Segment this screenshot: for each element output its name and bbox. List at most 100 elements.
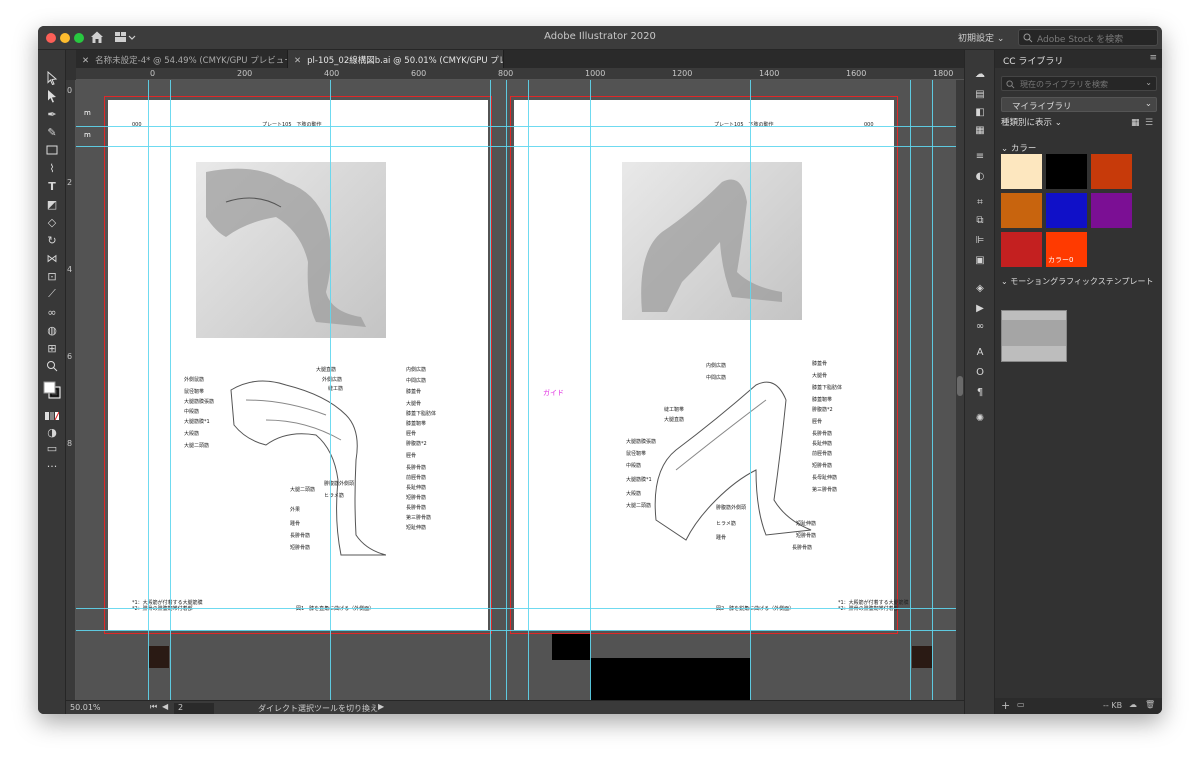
artboard-number-field[interactable]: 2 [174, 703, 214, 714]
type-tool-icon[interactable]: T [44, 178, 60, 194]
color-swatch[interactable] [1046, 154, 1087, 189]
artboard-nav-first-icon[interactable]: ⏮ [150, 702, 157, 712]
guide-line[interactable] [76, 126, 964, 127]
symbol-sprayer-tool-icon[interactable]: ◍ [44, 322, 60, 338]
pen-tool-icon[interactable]: ✒ [44, 106, 60, 122]
grid-view-icon[interactable]: ▦ [1131, 118, 1140, 128]
panel-menu-icon[interactable]: ≡ [1149, 53, 1157, 63]
character-icon[interactable]: A [974, 346, 986, 358]
pasteboard-object[interactable] [590, 658, 750, 700]
transparency-icon[interactable]: ◐ [974, 170, 986, 182]
document-canvas[interactable]: 000 プレート105 下肢の動作 m m 外側鼠筋 鼠径靭帯 大腿筋膜張筋 中… [76, 80, 964, 700]
guide-line[interactable] [76, 630, 964, 631]
color-swatch[interactable] [1091, 193, 1132, 228]
rotate-tool-icon[interactable]: ↻ [44, 232, 60, 248]
artboard-tool-icon[interactable]: ⊞ [44, 340, 60, 356]
guide-line[interactable] [910, 80, 911, 700]
folder-icon[interactable]: ▭ [1017, 700, 1025, 709]
color-mode-icon[interactable] [44, 408, 60, 424]
paintbrush-tool-icon[interactable]: ⌇ [44, 160, 60, 176]
stroke-icon[interactable]: ≡ [974, 150, 986, 162]
zoom-level[interactable]: 50.01% [70, 703, 101, 712]
guide-line[interactable] [76, 608, 964, 609]
add-content-icon[interactable]: + [1001, 699, 1010, 712]
free-transform-tool-icon[interactable]: ⊡ [44, 268, 60, 284]
color-swatch[interactable] [1046, 193, 1087, 228]
links-icon[interactable]: ∞ [974, 320, 986, 332]
guide-line[interactable] [490, 80, 491, 700]
color-swatch[interactable]: カラー0 [1046, 232, 1087, 267]
cc-libraries-icon[interactable]: ☁ [974, 68, 986, 80]
curvature-tool-icon[interactable]: ✎ [44, 124, 60, 140]
horizontal-ruler[interactable]: 0 200 400 600 800 1000 1200 1400 1600 18… [76, 68, 964, 80]
close-tab-icon[interactable]: ✕ [294, 56, 301, 66]
pasteboard-object[interactable] [552, 634, 590, 660]
view-by-type-dropdown[interactable]: 種類別に表示 ⌄ [1001, 116, 1062, 128]
properties-icon[interactable]: ▤ [974, 88, 986, 100]
color-swatch[interactable] [1001, 232, 1042, 267]
color-swatch[interactable] [1001, 193, 1042, 228]
list-view-icon[interactable]: ☰ [1145, 118, 1153, 128]
guide-line[interactable] [528, 80, 529, 700]
vertical-scrollbar[interactable] [956, 80, 964, 700]
screen-mode-icon[interactable]: ▭ [44, 440, 60, 456]
trash-icon[interactable]: 🗑 [1145, 700, 1155, 709]
ruler-tick: 1200 [672, 69, 693, 78]
paragraph-icon[interactable]: ¶ [974, 386, 986, 398]
color-swatch[interactable] [1091, 154, 1132, 189]
swatches-icon[interactable]: ▦ [974, 124, 986, 136]
pasteboard-object[interactable] [149, 646, 169, 668]
align-icon[interactable]: ⊫ [974, 234, 986, 246]
direct-selection-tool-icon[interactable] [44, 88, 60, 104]
shaper-tool-icon[interactable]: ◩ [44, 196, 60, 212]
motion-template-thumbnail[interactable] [1001, 310, 1067, 362]
library-select[interactable]: マイライブラリ ⌄ [1001, 97, 1157, 112]
motion-templates-section-header[interactable]: ⌄ モーショングラフィックステンプレート [1001, 276, 1153, 287]
appearance-icon[interactable]: ✺ [974, 412, 986, 424]
opentype-icon[interactable]: O [974, 366, 986, 378]
status-menu-arrow-icon[interactable]: ▶ [378, 702, 384, 711]
artboard-nav-prev-icon[interactable]: ◀ [162, 702, 168, 711]
panel-title: CC ライブラリ [1003, 57, 1064, 67]
actions-icon[interactable]: ▶ [974, 302, 986, 314]
blend-tool-icon[interactable]: ∞ [44, 304, 60, 320]
eyedropper-tool-icon[interactable]: ⟋ [44, 286, 60, 302]
eraser-tool-icon[interactable]: ◇ [44, 214, 60, 230]
anatomy-label: ヒラメ筋 [324, 493, 344, 499]
tab-pl-105[interactable]: ✕ pl-105_02線構図b.ai @ 50.01% (CMYK/GPU プレビ… [288, 50, 504, 68]
library-search-input[interactable]: 現在のライブラリを検索 ⌄ [1001, 76, 1157, 91]
layers-icon[interactable]: ◧ [974, 106, 986, 118]
tab-untitled-4[interactable]: ✕ 名称未設定-4* @ 54.49% (CMYK/GPU プレビュー) [76, 50, 288, 68]
guide-line[interactable] [932, 80, 933, 700]
vertical-ruler[interactable]: 0 2 4 6 8 [66, 80, 76, 700]
layers-stack-icon[interactable]: ◈ [974, 282, 986, 294]
fill-stroke-icon[interactable] [42, 380, 62, 400]
pathfinder-icon[interactable]: ⧉ [974, 214, 986, 226]
selection-tool-icon[interactable] [44, 70, 60, 86]
scroll-thumb[interactable] [957, 376, 963, 396]
chevron-down-icon[interactable]: ⌄ [1145, 78, 1152, 87]
zoom-tool-icon[interactable] [44, 358, 60, 374]
anatomy-label: 第三腓骨筋 [406, 515, 432, 521]
guide-line[interactable] [590, 80, 591, 700]
guide-line[interactable] [330, 80, 331, 700]
cloud-sync-icon[interactable]: ☁ [1129, 700, 1137, 709]
colors-section-header[interactable]: ⌄ カラー [1001, 142, 1036, 154]
guide-line[interactable] [148, 80, 149, 700]
guide-line[interactable] [76, 146, 964, 147]
guide-line[interactable] [506, 80, 507, 700]
artboards-icon[interactable]: ▣ [974, 254, 986, 266]
rectangle-tool-icon[interactable] [44, 142, 60, 158]
transform-icon[interactable]: ⌗ [974, 196, 986, 208]
close-tab-icon[interactable]: ✕ [82, 56, 89, 66]
color-swatch[interactable] [1001, 154, 1042, 189]
width-tool-icon[interactable]: ⋈ [44, 250, 60, 266]
draw-mode-icon[interactable]: ◑ [44, 424, 60, 440]
anatomy-label: 長趾伸筋 [812, 441, 833, 447]
guide-line[interactable] [170, 80, 171, 700]
stock-search-input[interactable]: Adobe Stock を検索 [1018, 29, 1158, 46]
guide-line[interactable] [750, 80, 751, 700]
pasteboard-object[interactable] [912, 646, 932, 668]
workspace-switcher[interactable]: 初期設定 ⌄ [958, 31, 1004, 44]
more-tools-icon[interactable]: ··· [44, 458, 60, 474]
